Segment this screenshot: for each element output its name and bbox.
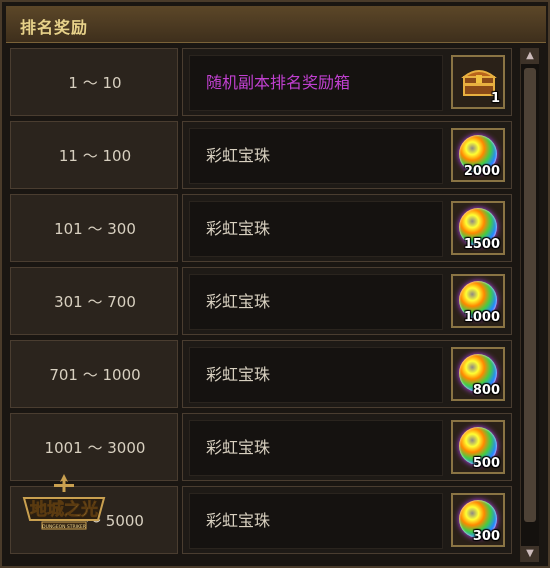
- vertical-scrollbar[interactable]: ▲ ▼: [520, 48, 539, 562]
- reward-name-box: 随机副本排名奖励箱: [189, 55, 443, 111]
- rank-cell: 1 ～ 10: [10, 48, 178, 116]
- reward-name: 彩虹宝珠: [206, 511, 271, 530]
- svg-text:地城之光: 地城之光: [30, 499, 98, 520]
- item-quantity: 300: [472, 529, 500, 544]
- rank-range: 701 ～ 1000: [49, 366, 141, 384]
- reward-row: 1 ～ 10 随机副本排名奖励箱 1: [10, 48, 512, 118]
- item-quantity: 1: [490, 91, 500, 106]
- reward-name: 彩虹宝珠: [206, 292, 271, 311]
- game-logo-icon: 地城之光 DUNGEON STRIKER: [22, 474, 106, 530]
- reward-cell: 彩虹宝珠 1500: [182, 194, 512, 262]
- item-quantity: 2000: [463, 164, 500, 179]
- reward-name: 彩虹宝珠: [206, 219, 271, 238]
- reward-cell: 彩虹宝珠 500: [182, 413, 512, 481]
- item-slot[interactable]: 1500: [451, 201, 505, 255]
- reward-name-box: 彩虹宝珠: [189, 274, 443, 330]
- reward-name-box: 彩虹宝珠: [189, 420, 443, 476]
- panel-header: 排名奖励: [6, 6, 546, 43]
- reward-name-box: 彩虹宝珠: [189, 493, 443, 549]
- item-quantity: 500: [472, 456, 500, 471]
- reward-name: 彩虹宝珠: [206, 438, 271, 457]
- reward-cell: 随机副本排名奖励箱 1: [182, 48, 512, 116]
- scroll-up-arrow-icon[interactable]: ▲: [521, 48, 539, 64]
- item-slot[interactable]: 1: [451, 55, 505, 109]
- item-quantity: 1500: [463, 237, 500, 252]
- reward-name-box: 彩虹宝珠: [189, 201, 443, 257]
- item-quantity: 800: [472, 383, 500, 398]
- reward-name-box: 彩虹宝珠: [189, 128, 443, 184]
- reward-row: 701 ～ 1000 彩虹宝珠 800: [10, 340, 512, 410]
- rank-range: 101 ～ 300: [54, 220, 136, 238]
- rank-range: 1 ～ 10: [68, 74, 122, 92]
- rank-cell: 301 ～ 700: [10, 267, 178, 335]
- rank-range: 301 ～ 700: [54, 293, 136, 311]
- reward-cell: 彩虹宝珠 2000: [182, 121, 512, 189]
- rank-range: 11 ～ 100: [58, 147, 132, 165]
- ranking-reward-panel: 排名奖励 1 ～ 10 随机副本排名奖励箱 1 11 ～ 100 彩虹宝珠 20…: [0, 0, 550, 568]
- game-logo: 地城之光 DUNGEON STRIKER: [18, 472, 110, 534]
- item-quantity: 1000: [463, 310, 500, 325]
- item-slot[interactable]: 300: [451, 493, 505, 547]
- reward-cell: 彩虹宝珠 1000: [182, 267, 512, 335]
- rank-cell: 701 ～ 1000: [10, 340, 178, 408]
- item-slot[interactable]: 2000: [451, 128, 505, 182]
- rank-cell: 1001 ～ 3000: [10, 413, 178, 481]
- item-slot[interactable]: 800: [451, 347, 505, 401]
- svg-text:DUNGEON STRIKER: DUNGEON STRIKER: [42, 524, 86, 530]
- reward-cell: 彩虹宝珠 300: [182, 486, 512, 554]
- reward-name: 随机副本排名奖励箱: [206, 73, 351, 92]
- reward-row: 301 ～ 700 彩虹宝珠 1000: [10, 267, 512, 337]
- item-slot[interactable]: 500: [451, 420, 505, 474]
- item-slot[interactable]: 1000: [451, 274, 505, 328]
- reward-row: 11 ～ 100 彩虹宝珠 2000: [10, 121, 512, 191]
- reward-row: 101 ～ 300 彩虹宝珠 1500: [10, 194, 512, 264]
- rank-cell: 101 ～ 300: [10, 194, 178, 262]
- rank-cell: 11 ～ 100: [10, 121, 178, 189]
- scroll-down-arrow-icon[interactable]: ▼: [521, 546, 539, 562]
- reward-name-box: 彩虹宝珠: [189, 347, 443, 403]
- panel-title: 排名奖励: [20, 18, 89, 37]
- reward-cell: 彩虹宝珠 800: [182, 340, 512, 408]
- reward-name: 彩虹宝珠: [206, 146, 271, 165]
- reward-name: 彩虹宝珠: [206, 365, 271, 384]
- scroll-thumb[interactable]: [524, 68, 536, 522]
